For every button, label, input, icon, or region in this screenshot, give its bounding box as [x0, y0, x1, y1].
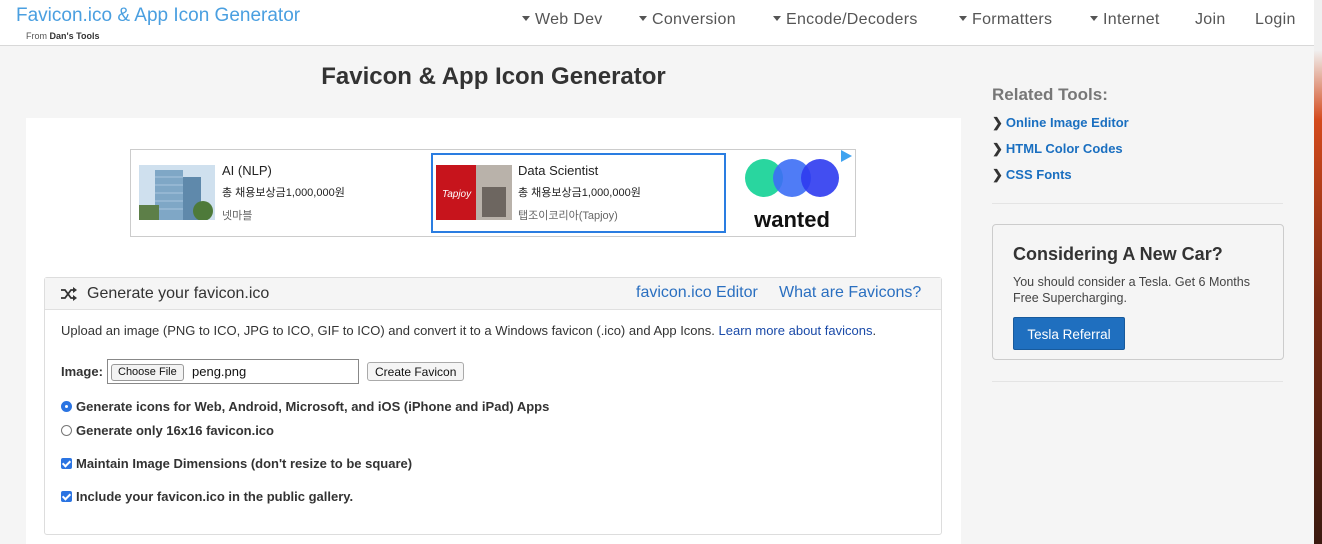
wanted-logo-graphic: wanted [745, 159, 839, 232]
tesla-promo-box: Considering A New Car? You should consid… [992, 224, 1284, 360]
chevron-right-icon: ❯ [992, 115, 1003, 130]
favicon-generator-panel: Generate your favicon.ico favicon.ico Ed… [44, 277, 942, 535]
nav-item-label: Internet [1103, 11, 1160, 28]
nav-item-label: Conversion [652, 11, 736, 28]
promo-text: You should consider a Tesla. Get 6 Month… [1013, 275, 1250, 305]
option-maintain-dimensions[interactable]: Maintain Image Dimensions (don't resize … [61, 456, 412, 471]
favicon-editor-link[interactable]: favicon.ico Editor [636, 284, 758, 302]
ad-subtitle: 총 채용보상금1,000,000원 [222, 187, 345, 199]
radio-button-checked[interactable] [61, 401, 72, 413]
option-label: Maintain Image Dimensions (don't resize … [76, 456, 413, 471]
checkbox-checked[interactable] [61, 491, 72, 503]
brand-subtitle-prefix: From [26, 31, 50, 41]
nav-item-login[interactable]: Login [1255, 11, 1296, 29]
sidebar-divider [992, 203, 1283, 204]
nav-item-conversion[interactable]: Conversion [639, 11, 736, 29]
panel-heading: Generate your favicon.ico favicon.ico Ed… [45, 278, 941, 310]
nav-item-internet[interactable]: Internet [1090, 11, 1160, 29]
page-title: Favicon & App Icon Generator [321, 63, 666, 90]
chevron-right-icon: ❯ [992, 167, 1003, 182]
shuffle-icon [61, 287, 77, 301]
related-link-label: HTML Color Codes [1005, 141, 1123, 156]
nav-item-web-dev[interactable]: Web Dev [522, 11, 603, 29]
ad-title: Data Scientist [518, 163, 599, 178]
ad-item-data-scientist[interactable]: Tapjoy Data Scientist 총 채용보상금1,000,000원 … [431, 153, 726, 233]
tesla-referral-button[interactable]: Tesla Referral [1013, 317, 1125, 350]
related-link-online-image-editor[interactable]: ❯ Online Image Editor [992, 115, 1129, 131]
caret-down-icon [1090, 16, 1098, 22]
related-link-label: CSS Fonts [1005, 167, 1072, 182]
description-period: . [872, 323, 877, 338]
option-all-platforms[interactable]: Generate icons for Web, Android, Microso… [61, 399, 549, 414]
ad-subtitle: 총 채용보상금1,000,000원 [518, 187, 641, 199]
radio-button[interactable] [61, 425, 72, 437]
image-label: Image: [61, 364, 103, 379]
related-link-css-fonts[interactable]: ❯ CSS Fonts [992, 167, 1072, 183]
tapjoy-image: Tapjoy [436, 165, 512, 220]
wanted-logo[interactable]: wanted [729, 153, 855, 233]
option-label: Generate icons for Web, Android, Microso… [76, 399, 550, 414]
ad-item-ai-nlp[interactable]: AI (NLP) 총 채용보상금1,000,000원 넷마블 [134, 153, 428, 233]
tapjoy-logo-text: Tapjoy [442, 189, 472, 200]
related-link-html-color-codes[interactable]: ❯ HTML Color Codes [992, 141, 1123, 157]
image-file-input[interactable]: Choose File peng.png [107, 359, 359, 384]
nav-item-label: Web Dev [535, 11, 603, 28]
ad-title: AI (NLP) [222, 163, 272, 178]
nav-item-formatters[interactable]: Formatters [959, 11, 1052, 29]
selected-file-name: peng.png [192, 364, 247, 379]
nav-item-label: Encode/Decoders [786, 11, 918, 28]
caret-down-icon [522, 16, 530, 22]
caret-down-icon [639, 16, 647, 22]
option-public-gallery[interactable]: Include your favicon.ico in the public g… [61, 489, 353, 504]
option-label: Include your favicon.ico in the public g… [76, 489, 354, 504]
choose-file-button[interactable]: Choose File [111, 364, 184, 381]
learn-more-link[interactable]: Learn more about favicons [719, 323, 873, 338]
wanted-logo-text: wanted [753, 207, 830, 232]
brand-subtitle-name: Dan's Tools [49, 31, 100, 41]
ad-advertiser: 탭조이코리아(Tapjoy) [518, 210, 618, 222]
checkbox-checked[interactable] [61, 458, 72, 470]
ad-advertiser: 넷마블 [222, 210, 253, 222]
site-title-link[interactable]: Favicon.ico & App Icon Generator [16, 5, 300, 27]
caret-down-icon [773, 16, 781, 22]
window-scrollbar[interactable] [1314, 0, 1322, 544]
related-link-label: Online Image Editor [1005, 115, 1129, 130]
chevron-right-icon: ❯ [992, 141, 1003, 156]
option-16x16-only[interactable]: Generate only 16x16 favicon.ico [61, 423, 274, 438]
description-text: Upload an image (PNG to ICO, JPG to ICO,… [61, 323, 715, 338]
option-label: Generate only 16x16 favicon.ico [76, 423, 274, 438]
adchoices-icon[interactable] [841, 150, 852, 162]
brand-subtitle: From Dan's Tools [26, 31, 99, 41]
nav-item-encode-decoders[interactable]: Encode/Decoders [773, 11, 918, 29]
top-navbar: Favicon.ico & App Icon Generator From Da… [0, 0, 1314, 46]
nav-item-join[interactable]: Join [1195, 11, 1226, 29]
promo-title: Considering A New Car? [1013, 244, 1223, 264]
panel-description: Upload an image (PNG to ICO, JPG to ICO,… [61, 323, 876, 338]
create-favicon-button[interactable]: Create Favicon [367, 362, 465, 381]
panel-title: Generate your favicon.ico [87, 285, 270, 302]
building-image [139, 165, 215, 220]
what-are-favicons-link[interactable]: What are Favicons? [779, 284, 921, 302]
nav-item-label: Formatters [972, 11, 1053, 28]
caret-down-icon [959, 16, 967, 22]
ad-banner[interactable]: AI (NLP) 총 채용보상금1,000,000원 넷마블 Tapjoy Da… [130, 149, 856, 237]
related-tools-heading: Related Tools: [992, 85, 1108, 104]
sidebar-divider [992, 381, 1283, 382]
